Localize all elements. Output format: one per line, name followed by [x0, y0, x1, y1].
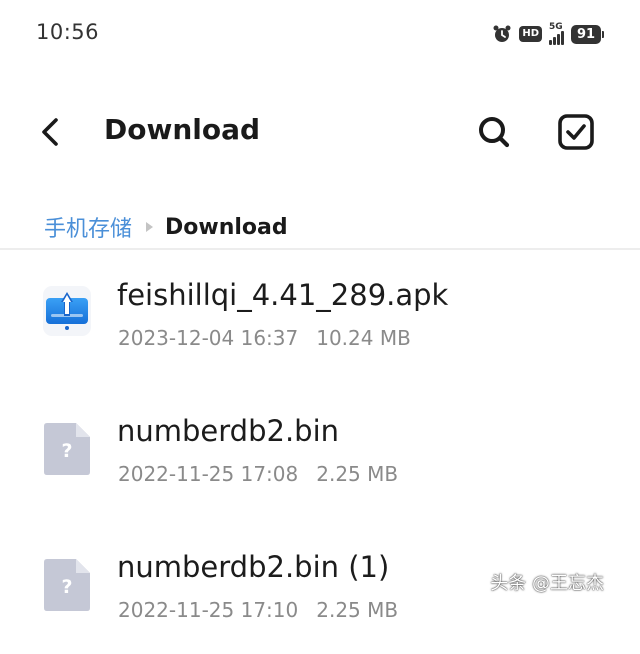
status-icons: HD 5G 91 [492, 22, 604, 46]
signal-5g-icon: 5G [549, 22, 564, 45]
status-bar: 10:56 HD 5G 91 [0, 0, 640, 66]
search-icon [479, 117, 510, 148]
file-date: 2022-11-25 17:08 [118, 462, 299, 486]
status-time: 10:56 [36, 20, 100, 44]
breadcrumb-separator-icon [146, 222, 154, 232]
hd-icon: HD [519, 26, 542, 42]
file-size: 10.24 MB [316, 326, 411, 350]
file-meta: 2023-12-04 16:37 10.24 MB [118, 326, 411, 350]
network-type: 5G [549, 22, 563, 32]
select-all-button[interactable] [556, 112, 596, 152]
file-name: feishillqi_4.41_289.apk [117, 278, 449, 312]
breadcrumb: 手机存储 Download [44, 210, 288, 244]
watermark: 头条 @王忘杰 [490, 573, 604, 594]
file-date: 2023-12-04 16:37 [118, 326, 299, 350]
file-name: numberdb2.bin [117, 414, 340, 448]
file-name: numberdb2.bin (1) [117, 550, 390, 584]
battery-icon: 91 [571, 24, 604, 44]
checkbox-icon [558, 114, 594, 150]
file-row[interactable]: ? numberdb2.bin (1) 2022-11-25 17:10 2.25… [0, 544, 640, 654]
svg-text:?: ? [61, 440, 72, 462]
divider [0, 248, 640, 250]
breadcrumb-current: Download [165, 214, 288, 240]
file-meta: 2022-11-25 17:08 2.25 MB [118, 462, 398, 486]
back-button[interactable] [34, 112, 70, 152]
file-size: 2.25 MB [316, 598, 399, 622]
battery-level: 91 [571, 24, 601, 44]
file-row[interactable]: ? numberdb2.bin 2022-11-25 17:08 2.25 MB [0, 408, 640, 518]
file-size: 2.25 MB [316, 462, 399, 486]
file-row[interactable]: feishillqi_4.41_289.apk 2023-12-04 16:37… [0, 272, 640, 382]
search-button[interactable] [474, 112, 514, 152]
page-title: Download [104, 113, 261, 146]
file-date: 2022-11-25 17:10 [118, 598, 299, 622]
apk-app-icon [43, 286, 91, 336]
app-bar: Download [0, 96, 640, 168]
alarm-icon [493, 25, 511, 42]
svg-text:?: ? [61, 576, 72, 598]
unknown-file-icon: ? [44, 423, 90, 475]
breadcrumb-root[interactable]: 手机存储 [44, 211, 132, 243]
chevron-left-icon [42, 118, 58, 146]
file-meta: 2022-11-25 17:10 2.25 MB [118, 598, 398, 622]
unknown-file-icon: ? [44, 559, 90, 611]
